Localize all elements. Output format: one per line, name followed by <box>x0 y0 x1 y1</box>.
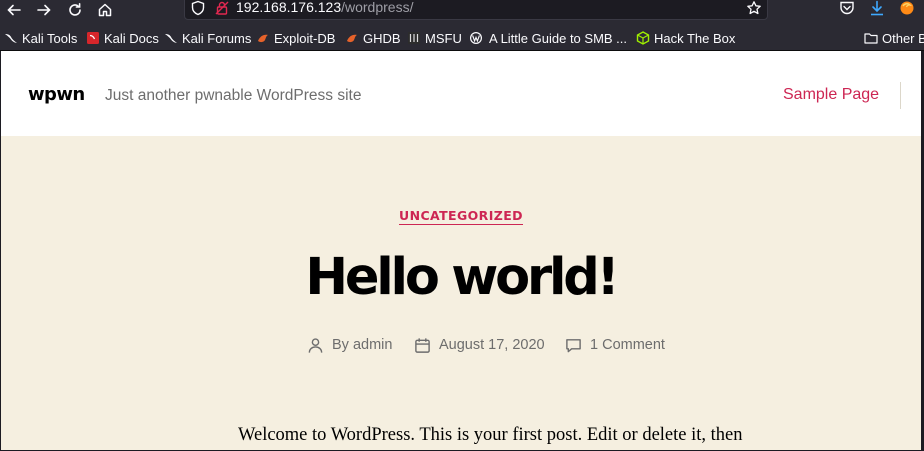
folder-icon <box>864 31 878 45</box>
bookmark-label: Other B <box>882 30 924 46</box>
bookmark-star-icon[interactable] <box>746 0 762 16</box>
reload-icon <box>69 3 81 16</box>
comment-icon <box>566 338 581 352</box>
post-category: UNCATEGORIZED <box>1 205 921 225</box>
page-viewport: wpwn Just another pwnable WordPress site… <box>1 51 921 450</box>
hackthebox-icon <box>636 31 650 45</box>
insecure-lock-icon[interactable] <box>214 0 230 16</box>
bookmark-msfu[interactable]: MSFU <box>407 29 462 47</box>
post-comments: 1 Comment <box>565 335 665 355</box>
bookmark-label: A Little Guide to SMB ... <box>489 30 628 46</box>
post-author: By admin <box>307 335 392 355</box>
bookmark-label: Kali Docs <box>104 30 159 46</box>
person-icon <box>308 337 323 353</box>
category-link[interactable]: UNCATEGORIZED <box>399 208 523 225</box>
back-button[interactable] <box>3 0 25 20</box>
url-path: /wordpress/ <box>341 0 414 15</box>
bookmark-kali-forums[interactable]: Kali Forums <box>164 29 251 47</box>
bookmark-label: GHDB <box>363 30 401 46</box>
site-title[interactable]: wpwn <box>28 84 85 105</box>
bookmark-label: Exploit-DB <box>274 30 336 46</box>
window-border-left <box>0 51 1 451</box>
kali-docs-icon <box>86 31 100 45</box>
home-button[interactable] <box>94 0 116 20</box>
ghdb-icon <box>345 31 359 45</box>
reload-button[interactable] <box>64 0 86 20</box>
post-date-link[interactable]: August 17, 2020 <box>439 337 545 353</box>
exploit-db-icon <box>256 31 270 45</box>
site-header: wpwn Just another pwnable WordPress site… <box>1 51 921 136</box>
home-icon <box>98 3 112 17</box>
bookmark-label: Kali Forums <box>182 30 252 46</box>
post-excerpt: Welcome to WordPress. This is your first… <box>238 425 743 445</box>
msfu-icon <box>407 31 421 45</box>
forward-button[interactable] <box>33 0 55 20</box>
firefox-account-icon[interactable] <box>898 0 916 16</box>
forward-arrow-icon <box>37 4 51 16</box>
tracking-shield-icon[interactable] <box>190 0 206 16</box>
post-author-link[interactable]: By admin <box>332 337 392 353</box>
menu-item-sample-page[interactable]: Sample Page <box>783 86 879 104</box>
bookmark-other-bookmarks[interactable]: Other B <box>864 29 924 47</box>
site-description: Just another pwnable WordPress site <box>105 87 362 104</box>
downloads-icon[interactable] <box>868 0 886 16</box>
bookmark-label: Kali Tools <box>22 30 78 46</box>
bookmark-smb-guide[interactable]: A Little Guide to SMB ... <box>469 29 627 47</box>
post-date: August 17, 2020 <box>414 335 545 355</box>
wordpress-icon <box>469 31 483 45</box>
bookmark-exploit-db[interactable]: Exploit-DB <box>256 29 335 47</box>
url-text[interactable]: 192.168.176.123/wordpress/ <box>236 0 413 15</box>
bookmark-hack-the-box[interactable]: Hack The Box <box>636 29 735 47</box>
bookmark-label: MSFU <box>425 30 462 46</box>
menu-divider <box>900 82 901 109</box>
bookmark-label: Hack The Box <box>654 30 736 46</box>
back-arrow-icon <box>7 4 21 16</box>
navigation-toolbar: 192.168.176.123/wordpress/ <box>0 0 924 24</box>
post-comments-link[interactable]: 1 Comment <box>590 337 665 353</box>
url-host: 192.168.176.123 <box>236 0 342 15</box>
bookmark-kali-docs[interactable]: Kali Docs <box>86 29 159 47</box>
kali-dragon-icon <box>164 31 178 45</box>
calendar-icon <box>415 337 430 353</box>
kali-dragon-icon <box>4 31 18 45</box>
post-title[interactable]: Hello world! <box>1 246 921 310</box>
bookmarks-toolbar: Kali Tools Kali Docs Kali Forums Exploit… <box>0 24 924 51</box>
pocket-icon[interactable] <box>838 0 856 16</box>
bookmark-ghdb[interactable]: GHDB <box>345 29 401 47</box>
bookmark-kali-tools[interactable]: Kali Tools <box>4 29 77 47</box>
